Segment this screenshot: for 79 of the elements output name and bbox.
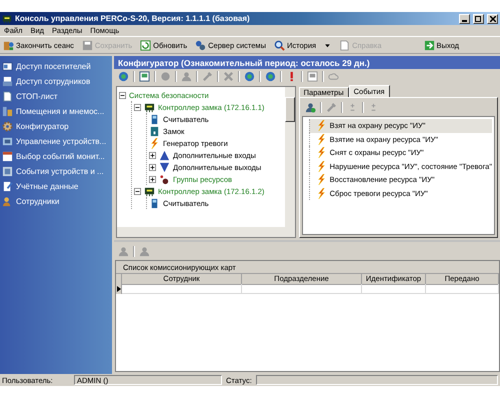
- panel-header: Конфигуратор (Ознакомительный период: осталось 29 дн.): [114, 56, 500, 69]
- horizontal-scrollbar[interactable]: [117, 227, 295, 237]
- triangle-up-icon: [159, 150, 170, 160]
- globe-icon: [118, 71, 129, 82]
- calendar-icon: [2, 150, 13, 162]
- lock-icon: [149, 126, 160, 136]
- network-window-icon: [139, 71, 150, 82]
- card-reader-icon: [149, 198, 160, 208]
- table-cell[interactable]: [122, 284, 242, 294]
- card-icon: [2, 60, 13, 72]
- collapse-icon[interactable]: [119, 92, 126, 98]
- card-reader-icon: [149, 114, 160, 124]
- lightning-icon: [316, 160, 327, 172]
- table-cell[interactable]: [242, 284, 362, 294]
- close-icon: [223, 71, 234, 82]
- toolbar-button[interactable]: [304, 100, 317, 114]
- network-window-icon: [307, 71, 318, 82]
- page-icon: [2, 90, 13, 102]
- person-icon: [139, 246, 150, 256]
- refresh-icon: [140, 40, 152, 50]
- toolbar-button[interactable]: [264, 70, 277, 83]
- sidebar-item[interactable]: Управление устройств...: [2, 135, 110, 147]
- sidebar-item[interactable]: Сотрудники: [2, 195, 110, 207]
- search-icon: [274, 40, 285, 50]
- globe-icon: [244, 71, 255, 82]
- minimize-button[interactable]: [459, 14, 470, 24]
- dropdown-button[interactable]: [324, 42, 332, 48]
- wrench-icon: [202, 71, 213, 82]
- building-icon: [2, 106, 13, 116]
- globe-icon: [265, 71, 276, 82]
- person-add-icon: [304, 102, 316, 112]
- window-title: Консоль управления PERCo-S-20, Версия: 1.1.1.1 (базовая): [15, 14, 251, 23]
- sidebar-item[interactable]: СТОП-лист: [2, 90, 110, 102]
- cloud-icon: [328, 71, 339, 82]
- sidebar-item[interactable]: Доступ сотрудников: [2, 75, 110, 87]
- toolbar-button[interactable]: [138, 70, 151, 83]
- maximize-button[interactable]: [473, 14, 484, 24]
- gear-icon: [2, 120, 13, 132]
- lightning-icon: [316, 134, 327, 145]
- collapse-icon[interactable]: [134, 188, 141, 194]
- sidebar-item[interactable]: Учётные данные: [2, 180, 110, 192]
- device-panel-icon: [2, 136, 13, 146]
- printer-icon: [2, 76, 13, 86]
- lightning-icon: [316, 188, 327, 199]
- chip-icon: [2, 14, 12, 24]
- table-cell[interactable]: [362, 284, 426, 294]
- page-icon: [339, 40, 350, 50]
- expand-icon[interactable]: [149, 164, 156, 170]
- toolbar-button[interactable]: [243, 70, 256, 83]
- person-icon: [181, 71, 192, 82]
- expand-icon[interactable]: [149, 176, 156, 182]
- triangle-down-icon: [159, 162, 170, 172]
- pen-document-icon: [2, 180, 13, 192]
- sidebar-item[interactable]: События устройств и ...: [2, 165, 110, 177]
- toolbar-button[interactable]: [117, 70, 130, 83]
- lightning-icon: [149, 138, 160, 148]
- chip-icon: [144, 186, 155, 196]
- sidebar-item[interactable]: Выбор событий монит...: [2, 150, 110, 162]
- expand-icon[interactable]: [149, 152, 156, 158]
- chip-icon: [144, 102, 155, 112]
- grid-window-icon: [2, 166, 13, 176]
- person-icon: [2, 196, 13, 206]
- exit-arrow-icon: [424, 40, 435, 50]
- wrench-icon: [326, 102, 337, 112]
- row-header[interactable]: [116, 284, 122, 294]
- table-cell[interactable]: [426, 284, 499, 294]
- vertical-scrollbar[interactable]: [284, 87, 295, 227]
- close-button[interactable]: [487, 14, 498, 24]
- sidebar-item[interactable]: Конфигуратор: [2, 120, 110, 132]
- person-icon: [118, 246, 129, 256]
- sidebar-item[interactable]: Помещения и мнемос...: [2, 105, 110, 117]
- dots-icon: [159, 174, 170, 184]
- circle-icon: [160, 71, 171, 82]
- lightning-icon: [316, 147, 327, 158]
- collapse-icon[interactable]: [134, 104, 141, 110]
- lightning-icon: [316, 120, 327, 132]
- caret-icon: [324, 42, 332, 48]
- sidebar-item[interactable]: Доступ посетителей: [2, 60, 110, 72]
- lightning-icon: [316, 174, 327, 186]
